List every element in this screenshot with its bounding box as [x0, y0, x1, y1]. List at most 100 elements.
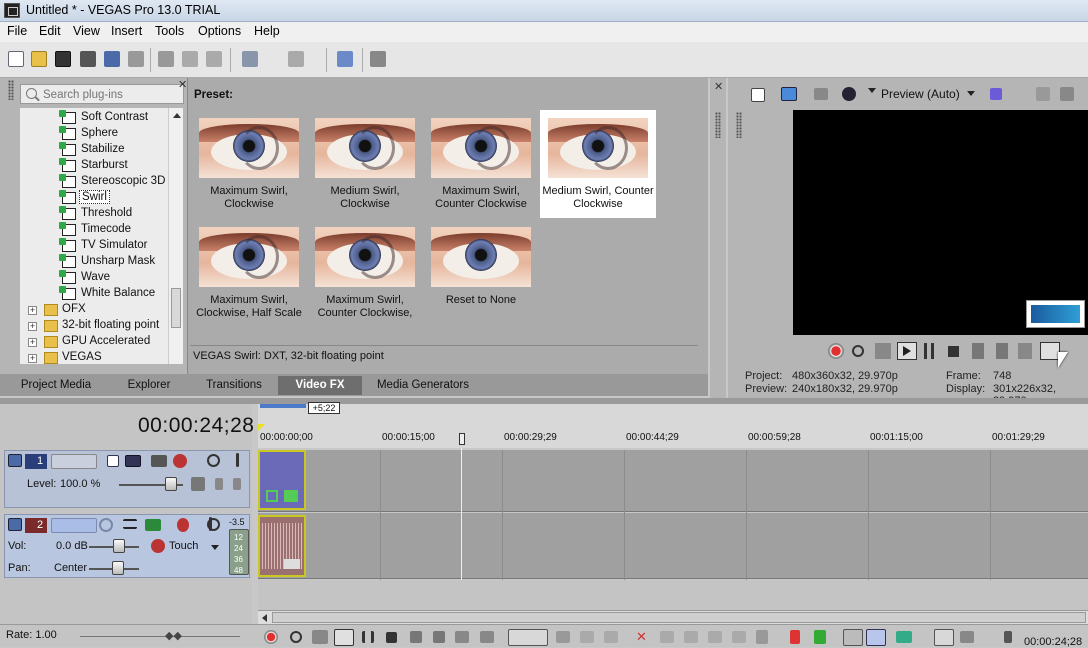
go-to-end-icon[interactable] [433, 631, 445, 643]
plugin-item-stereoscopic[interactable]: Stereoscopic 3D A [20, 174, 168, 190]
audio-track-header[interactable]: 2 -3.5 12 24 36 48 Vol: 0.0 dB Touch Pan… [4, 514, 250, 578]
loop-playback-icon[interactable] [290, 631, 302, 643]
chevron-down-icon[interactable] [211, 545, 219, 550]
open-icon[interactable] [31, 51, 47, 67]
chevron-down-icon[interactable] [967, 91, 975, 96]
event-fx-icon[interactable] [284, 559, 300, 569]
scroll-thumb[interactable] [272, 612, 1086, 623]
go-to-end-icon[interactable] [996, 343, 1008, 359]
compositing-mode-icon[interactable] [107, 455, 119, 467]
expand-keyframes-icon[interactable] [191, 477, 205, 491]
automation-mode[interactable]: Touch [169, 540, 198, 552]
audio-event-clip[interactable] [258, 515, 306, 577]
next-frame-icon[interactable] [1040, 342, 1060, 360]
dock-grip-icon[interactable] [715, 112, 721, 138]
invert-phase-icon[interactable] [123, 519, 137, 529]
up-arrow-icon[interactable] [233, 478, 241, 490]
level-slider-knob[interactable] [165, 477, 177, 491]
folder-32bit[interactable]: +32-bit floating point [20, 318, 168, 334]
menu-tools[interactable]: Tools [155, 24, 184, 38]
search-plugins-input[interactable] [43, 87, 181, 102]
go-to-start-icon[interactable] [972, 343, 984, 359]
plugin-item-soft-contrast[interactable]: Soft Contrast [20, 110, 168, 126]
panel-splitter[interactable]: ✕ [710, 78, 726, 398]
save-as-icon[interactable] [80, 51, 96, 67]
preset-medium-swirl-clockwise[interactable]: Medium Swirl, Clockwise [307, 110, 423, 218]
solo-icon[interactable] [236, 453, 239, 467]
loop-region-bar[interactable] [260, 404, 306, 408]
expand-icon[interactable]: + [28, 354, 37, 363]
mute-icon[interactable] [207, 454, 220, 467]
split-icon[interactable] [732, 631, 746, 643]
trim-start-icon[interactable] [684, 631, 698, 643]
expand-icon[interactable]: + [28, 338, 37, 347]
auto-crossfade-icon[interactable] [896, 631, 912, 643]
external-monitor-icon[interactable] [781, 87, 797, 101]
preview-quality-dropdown[interactable]: Preview (Auto) [881, 87, 960, 101]
record-icon[interactable] [828, 343, 844, 359]
close-icon[interactable]: ✕ [714, 82, 723, 93]
audio-track-lane[interactable] [258, 513, 1088, 579]
folder-gpu-accelerated[interactable]: + GPU Accelerated [20, 334, 168, 350]
lock-icon[interactable] [756, 630, 768, 644]
loop-playback-icon[interactable] [852, 345, 864, 357]
previous-frame-icon[interactable] [1018, 343, 1032, 359]
plugin-item-sphere[interactable]: Sphere [20, 126, 168, 142]
plugin-item-threshold[interactable]: Threshold [20, 206, 168, 222]
normal-edit-tool-icon[interactable] [508, 629, 548, 646]
trim-end-icon[interactable] [708, 631, 722, 643]
plugin-item-unsharp-mask[interactable]: Unsharp Mask [20, 254, 168, 270]
envelope-tool-icon[interactable] [556, 631, 570, 643]
auto-ripple-icon[interactable] [843, 629, 863, 646]
copy-icon[interactable] [182, 51, 198, 67]
tab-explorer[interactable]: Explorer [110, 376, 188, 395]
paste-icon[interactable] [206, 51, 222, 67]
video-track-header[interactable]: 1 Level: 100.0 % [4, 450, 250, 508]
scroll-thumb[interactable] [171, 288, 181, 328]
video-track-lane[interactable] [258, 450, 1088, 512]
go-to-start-icon[interactable] [410, 631, 422, 643]
undo-icon[interactable] [242, 51, 258, 67]
whats-this-help-icon[interactable] [370, 51, 386, 67]
plugin-tree-scrollbar[interactable] [168, 108, 183, 364]
plugin-item-tv-simulator[interactable]: TV Simulator [20, 238, 168, 254]
delete-icon[interactable]: ✕ [636, 630, 648, 643]
track-fx-gear-icon[interactable] [173, 454, 187, 468]
preset-medium-swirl-counter-clockwise[interactable]: Medium Swirl, Counter Clockwise [540, 110, 656, 218]
stop-icon[interactable] [386, 632, 397, 643]
tab-video-fx[interactable]: Video FX [278, 376, 362, 395]
dock-grip-icon[interactable] [736, 112, 742, 138]
plugin-item-swirl[interactable]: Swirl [20, 190, 168, 206]
rate-slider-knob[interactable]: ◆◆ [165, 630, 187, 642]
overlays-icon[interactable] [990, 88, 1002, 100]
split-screen-icon[interactable] [814, 88, 828, 100]
plugin-item-wave[interactable]: Wave [20, 270, 168, 286]
tab-project-media[interactable]: Project Media [10, 376, 102, 395]
track-name-field[interactable] [51, 518, 97, 533]
preset-maximum-swirl-clockwise[interactable]: Maximum Swirl, Clockwise [191, 110, 307, 218]
volume-slider-knob[interactable] [113, 539, 125, 553]
plugin-item-white-balance[interactable]: White Balance [20, 286, 168, 302]
stop-icon[interactable] [948, 346, 959, 357]
track-minimize-icon[interactable] [8, 454, 22, 467]
menu-edit[interactable]: Edit [39, 24, 61, 38]
scroll-up-icon[interactable] [173, 113, 181, 118]
new-icon[interactable] [8, 51, 24, 67]
solo-icon[interactable] [209, 517, 212, 531]
next-frame-icon[interactable] [480, 631, 494, 643]
insert-region-icon[interactable] [814, 630, 826, 644]
copy-snapshot-icon[interactable] [1036, 87, 1050, 101]
snapping-icon[interactable] [866, 629, 886, 646]
track-fx-gear-icon[interactable] [177, 518, 189, 532]
preset-maximum-swirl-clockwise-half-scale[interactable]: Maximum Swirl, Clockwise, Half Scale [191, 219, 307, 327]
lock-envelopes-icon[interactable] [934, 629, 954, 646]
dock-grip-icon[interactable] [8, 80, 14, 100]
video-fx-toggle-icon[interactable] [842, 87, 856, 101]
zoom-tool-icon[interactable] [604, 631, 618, 643]
automation-gear-icon[interactable] [151, 539, 165, 553]
tab-transitions[interactable]: Transitions [196, 376, 272, 395]
expand-icon[interactable]: + [28, 322, 37, 331]
folder-ofx[interactable]: + OFX [20, 302, 168, 318]
record-icon[interactable] [264, 630, 278, 644]
expand-icon[interactable]: + [28, 306, 37, 315]
